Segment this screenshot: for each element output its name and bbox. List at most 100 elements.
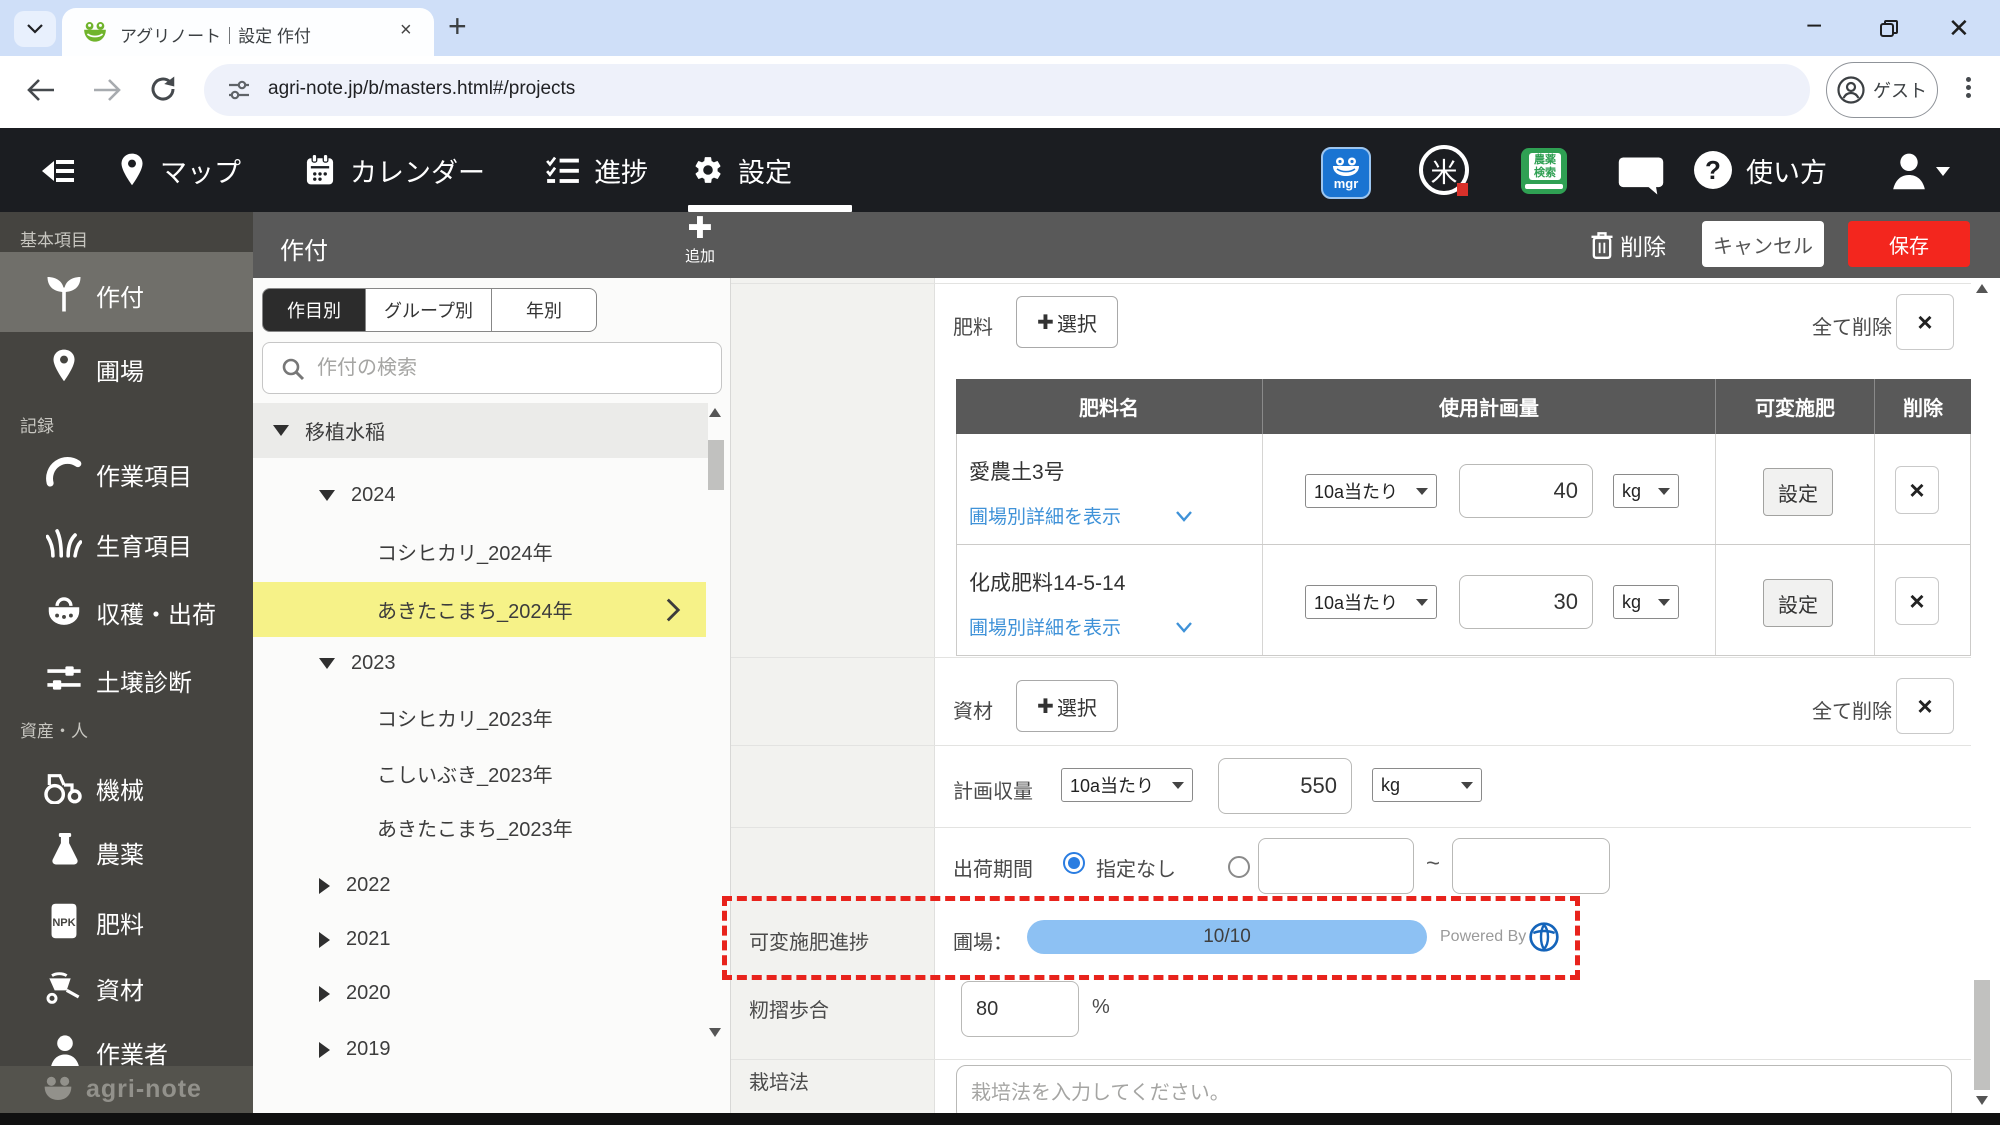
forward-button[interactable] xyxy=(92,76,122,104)
new-tab-button[interactable]: + xyxy=(448,8,467,45)
sidebar-item-materials[interactable]: 資材 xyxy=(0,956,253,1018)
cancel-button[interactable]: キャンセル xyxy=(1702,221,1824,267)
amount-input[interactable] xyxy=(1459,464,1593,518)
tree-item-koshihikari-2023[interactable]: コシヒカリ_2023年 xyxy=(253,690,708,745)
tab-search-button[interactable] xyxy=(14,11,56,47)
user-icon xyxy=(1893,153,1925,190)
period-radio[interactable] xyxy=(1228,856,1250,878)
collapse-sidebar-icon[interactable] xyxy=(30,156,78,186)
sidebar-item-work-items[interactable]: 作業項目 xyxy=(0,442,253,504)
nav-item-map[interactable]: マップ xyxy=(118,146,241,194)
agrinote-mgr-app-icon[interactable]: mgr xyxy=(1321,147,1371,199)
help-label: 使い方 xyxy=(1746,157,1827,188)
tree-item-2023[interactable]: 2023 xyxy=(253,636,708,691)
tree-item-rice-transplant[interactable]: 移植水稲 xyxy=(253,403,708,458)
sidebar-item-harvest-shipping-label: 収穫・出荷 xyxy=(96,602,216,629)
main-scrollbar-thumb[interactable] xyxy=(1974,980,1990,1090)
yield-amount-input[interactable] xyxy=(1218,758,1352,814)
tree-item-2022[interactable]: 2022 xyxy=(253,858,708,913)
period-end-input[interactable] xyxy=(1452,838,1610,894)
agrinote-favicon-frog-icon xyxy=(84,22,106,42)
delete-button[interactable]: 削除 xyxy=(1590,228,1666,262)
tree-item-akitakomachi-2023[interactable]: あきたこまち_2023年 xyxy=(253,800,708,855)
sidebar-item-soil-diagnosis[interactable]: 土壌診断 xyxy=(0,648,253,710)
unit-select[interactable]: kg xyxy=(1613,474,1679,508)
tree-item-akitakomachi-2024-selected[interactable]: あきたこまち_2024年 xyxy=(253,582,706,637)
sidebar-item-sakutsuke[interactable]: 作付 xyxy=(0,252,253,332)
add-button[interactable]: ✚ 追加 xyxy=(664,214,736,276)
expander-collapsed-icon[interactable] xyxy=(319,985,330,1002)
row-delete-button[interactable]: × xyxy=(1895,466,1939,514)
field-detail-link[interactable]: 圃場別詳細を表示 xyxy=(969,502,1121,529)
variable-fertilization-config-button[interactable]: 設定 xyxy=(1763,579,1833,627)
nav-item-settings[interactable]: 設定 xyxy=(692,146,792,194)
expander-expanded-icon[interactable] xyxy=(319,658,335,669)
tree-item-2021[interactable]: 2021 xyxy=(253,912,708,967)
tab-by-crop[interactable]: 作目別 xyxy=(262,288,366,332)
nav-item-progress[interactable]: 進捗 xyxy=(546,146,648,194)
yield-per-area-select[interactable]: 10a当たり xyxy=(1061,768,1193,802)
tree-item-2024[interactable]: 2024 xyxy=(253,468,708,523)
browser-tab[interactable]: アグリノート｜設定 作付 × xyxy=(62,8,434,56)
fertilizer-clear-all-button[interactable]: × xyxy=(1896,294,1954,350)
guest-profile-button[interactable]: ゲスト xyxy=(1826,62,1938,118)
expander-collapsed-icon[interactable] xyxy=(319,931,330,948)
tree-scrollbar-thumb[interactable] xyxy=(708,440,724,490)
per-area-select[interactable]: 10a当たり xyxy=(1305,585,1437,619)
yield-unit-select[interactable]: kg xyxy=(1372,768,1482,802)
window-close-button[interactable]: ✕ xyxy=(1948,13,1970,44)
expander-expanded-icon[interactable] xyxy=(319,490,335,501)
sidebar-item-fertilizer[interactable]: NPK 肥料 xyxy=(0,890,253,952)
sidebar-item-pesticide[interactable]: 農薬 xyxy=(0,820,253,882)
sidebar-item-machinery[interactable]: 機械 xyxy=(0,756,253,818)
tab-close-icon[interactable]: × xyxy=(400,19,412,42)
expander-collapsed-icon[interactable] xyxy=(319,1041,330,1058)
variable-fertilization-config-button[interactable]: 設定 xyxy=(1763,468,1833,516)
tree-search-input[interactable] xyxy=(315,347,709,389)
pesticide-search-app-icon[interactable]: 農薬 検索 xyxy=(1521,148,1567,194)
expander-collapsed-icon[interactable] xyxy=(319,877,330,894)
sidebar-item-harvest-shipping[interactable]: 収穫・出荷 xyxy=(0,580,253,642)
sidebar-item-field[interactable]: 圃場 xyxy=(0,332,253,400)
no-spec-radio[interactable] xyxy=(1063,852,1085,874)
tree-search-box[interactable] xyxy=(262,342,722,394)
account-menu[interactable] xyxy=(1890,150,1950,192)
main-scroll-down-arrow[interactable] xyxy=(1976,1096,1988,1105)
field-detail-link[interactable]: 圃場別詳細を表示 xyxy=(969,613,1121,640)
back-button[interactable] xyxy=(26,76,56,104)
nav-item-calendar[interactable]: カレンダー xyxy=(304,146,485,194)
nav-item-help[interactable]: ? 使い方 xyxy=(1694,146,1827,194)
tree-scroll-down-arrow[interactable] xyxy=(709,1028,721,1037)
unit-select[interactable]: kg xyxy=(1613,585,1679,619)
site-info-icon[interactable] xyxy=(228,80,250,100)
window-minimize-button[interactable]: − xyxy=(1806,10,1822,42)
tree-item-koshihikari-2024[interactable]: コシヒカリ_2024年 xyxy=(253,524,708,579)
main-scroll-up-arrow[interactable] xyxy=(1976,284,1988,293)
fertilizer-select-button[interactable]: ✚ 選択 xyxy=(1016,296,1118,348)
tree-item-koshiibuki-2023[interactable]: こしいぶき_2023年 xyxy=(253,746,708,801)
amount-input[interactable] xyxy=(1459,575,1593,629)
browser-menu-button[interactable] xyxy=(1966,74,1971,101)
material-select-button[interactable]: ✚ 選択 xyxy=(1016,680,1118,732)
url-bar[interactable]: agri-note.jp/b/masters.html#/projects xyxy=(204,64,1810,116)
divider xyxy=(731,1059,1971,1060)
tree-item-2020[interactable]: 2020 xyxy=(253,966,708,1021)
reload-button[interactable] xyxy=(148,74,178,104)
tab-by-year[interactable]: 年別 xyxy=(491,288,597,332)
expander-expanded-icon[interactable] xyxy=(273,425,289,436)
nav-calendar-label: カレンダー xyxy=(350,157,485,188)
window-restore-button[interactable] xyxy=(1880,20,1898,38)
tree-scroll-up-arrow[interactable] xyxy=(709,408,721,417)
sidebar-item-growth-items[interactable]: 生育項目 xyxy=(0,512,253,574)
save-button[interactable]: 保存 xyxy=(1848,221,1970,267)
period-start-input[interactable] xyxy=(1258,838,1414,894)
chat-bubble-icon[interactable] xyxy=(1617,156,1665,196)
row-delete-button[interactable]: × xyxy=(1895,577,1939,625)
tree-item-2019[interactable]: 2019 xyxy=(253,1022,708,1077)
tab-by-group[interactable]: グループ別 xyxy=(365,288,492,332)
rice-app-icon[interactable]: 米 xyxy=(1419,145,1469,196)
guest-label: ゲスト xyxy=(1873,81,1927,101)
hulling-ratio-input[interactable] xyxy=(961,981,1079,1037)
per-area-select[interactable]: 10a当たり xyxy=(1305,474,1437,508)
material-clear-all-button[interactable]: × xyxy=(1896,678,1954,734)
